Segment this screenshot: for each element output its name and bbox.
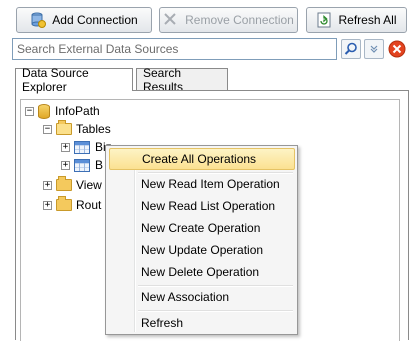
table-icon	[74, 158, 90, 172]
tab-label: Data Source Explorer	[22, 66, 89, 94]
search-input[interactable]	[12, 38, 337, 60]
tree-node-views[interactable]: + View	[43, 176, 102, 194]
menu-item-new-create-operation[interactable]: New Create Operation	[109, 217, 295, 239]
search-options-button[interactable]	[364, 39, 384, 59]
menu-item-new-read-item-operation[interactable]: New Read Item Operation	[109, 173, 295, 195]
refresh-icon	[316, 12, 332, 28]
expand-icon[interactable]: +	[43, 200, 52, 210]
tree-node-label: Rout	[76, 198, 102, 212]
expand-icon[interactable]: +	[61, 142, 70, 152]
refresh-all-label: Refresh All	[338, 13, 397, 27]
search-icon	[344, 42, 357, 55]
remove-connection-button[interactable]: Remove Connection	[159, 7, 298, 33]
folder-icon	[56, 196, 72, 211]
tree-node-label: B	[95, 158, 104, 172]
tree-node-infopath[interactable]: − InfoPath	[25, 102, 100, 120]
collapse-icon[interactable]: −	[43, 124, 52, 134]
expand-icon[interactable]: +	[43, 180, 52, 190]
expand-icon[interactable]: +	[61, 160, 70, 170]
collapse-icon[interactable]: −	[25, 106, 34, 116]
table-icon	[74, 140, 90, 154]
menu-item-new-update-operation[interactable]: New Update Operation	[109, 239, 295, 261]
remove-connection-label: Remove Connection	[185, 13, 294, 27]
tree-node-label: View	[76, 178, 102, 192]
menu-item-new-read-list-operation[interactable]: New Read List Operation	[109, 195, 295, 217]
tree-node-label: Tables	[76, 122, 111, 136]
open-folder-icon	[56, 120, 72, 135]
menu-item-new-association[interactable]: New Association	[109, 286, 295, 308]
clear-icon	[388, 40, 406, 58]
add-connection-button[interactable]: Add Connection	[16, 7, 152, 33]
menu-item-label: New Create Operation	[141, 221, 261, 235]
chevron-down-icon	[370, 45, 378, 53]
remove-icon	[163, 12, 179, 28]
menu-item-label: New Update Operation	[141, 243, 264, 257]
menu-item-new-delete-operation[interactable]: New Delete Operation	[109, 261, 295, 283]
database-icon	[38, 103, 50, 119]
add-connection-label: Add Connection	[52, 13, 138, 27]
menu-item-label: Refresh	[141, 316, 184, 330]
menu-item-label: New Association	[141, 290, 230, 304]
refresh-all-button[interactable]: Refresh All	[306, 7, 407, 33]
tree-node-table[interactable]: + B	[61, 156, 103, 174]
menu-item-create-all-operations[interactable]: Create All Operations	[109, 148, 295, 170]
tab-search-results[interactable]: Search Results	[136, 66, 228, 94]
tree-node-routines[interactable]: + Rout	[43, 196, 101, 214]
tab-data-source-explorer[interactable]: Data Source Explorer	[15, 66, 133, 94]
search-row	[12, 38, 410, 60]
search-button[interactable]	[341, 39, 361, 59]
menu-item-label: Create All Operations	[142, 152, 257, 166]
add-connection-icon	[30, 12, 47, 28]
menu-item-label: New Read List Operation	[141, 199, 276, 213]
context-menu: Create All Operations New Read Item Oper…	[105, 145, 298, 335]
menu-item-label: New Read Item Operation	[141, 177, 280, 191]
menu-item-label: New Delete Operation	[141, 265, 260, 279]
clear-search-button[interactable]	[387, 39, 407, 59]
menu-item-refresh[interactable]: Refresh	[109, 312, 295, 334]
tree-node-tables[interactable]: − Tables	[43, 120, 111, 138]
tree-node-label: InfoPath	[55, 104, 100, 118]
folder-icon	[56, 176, 72, 191]
